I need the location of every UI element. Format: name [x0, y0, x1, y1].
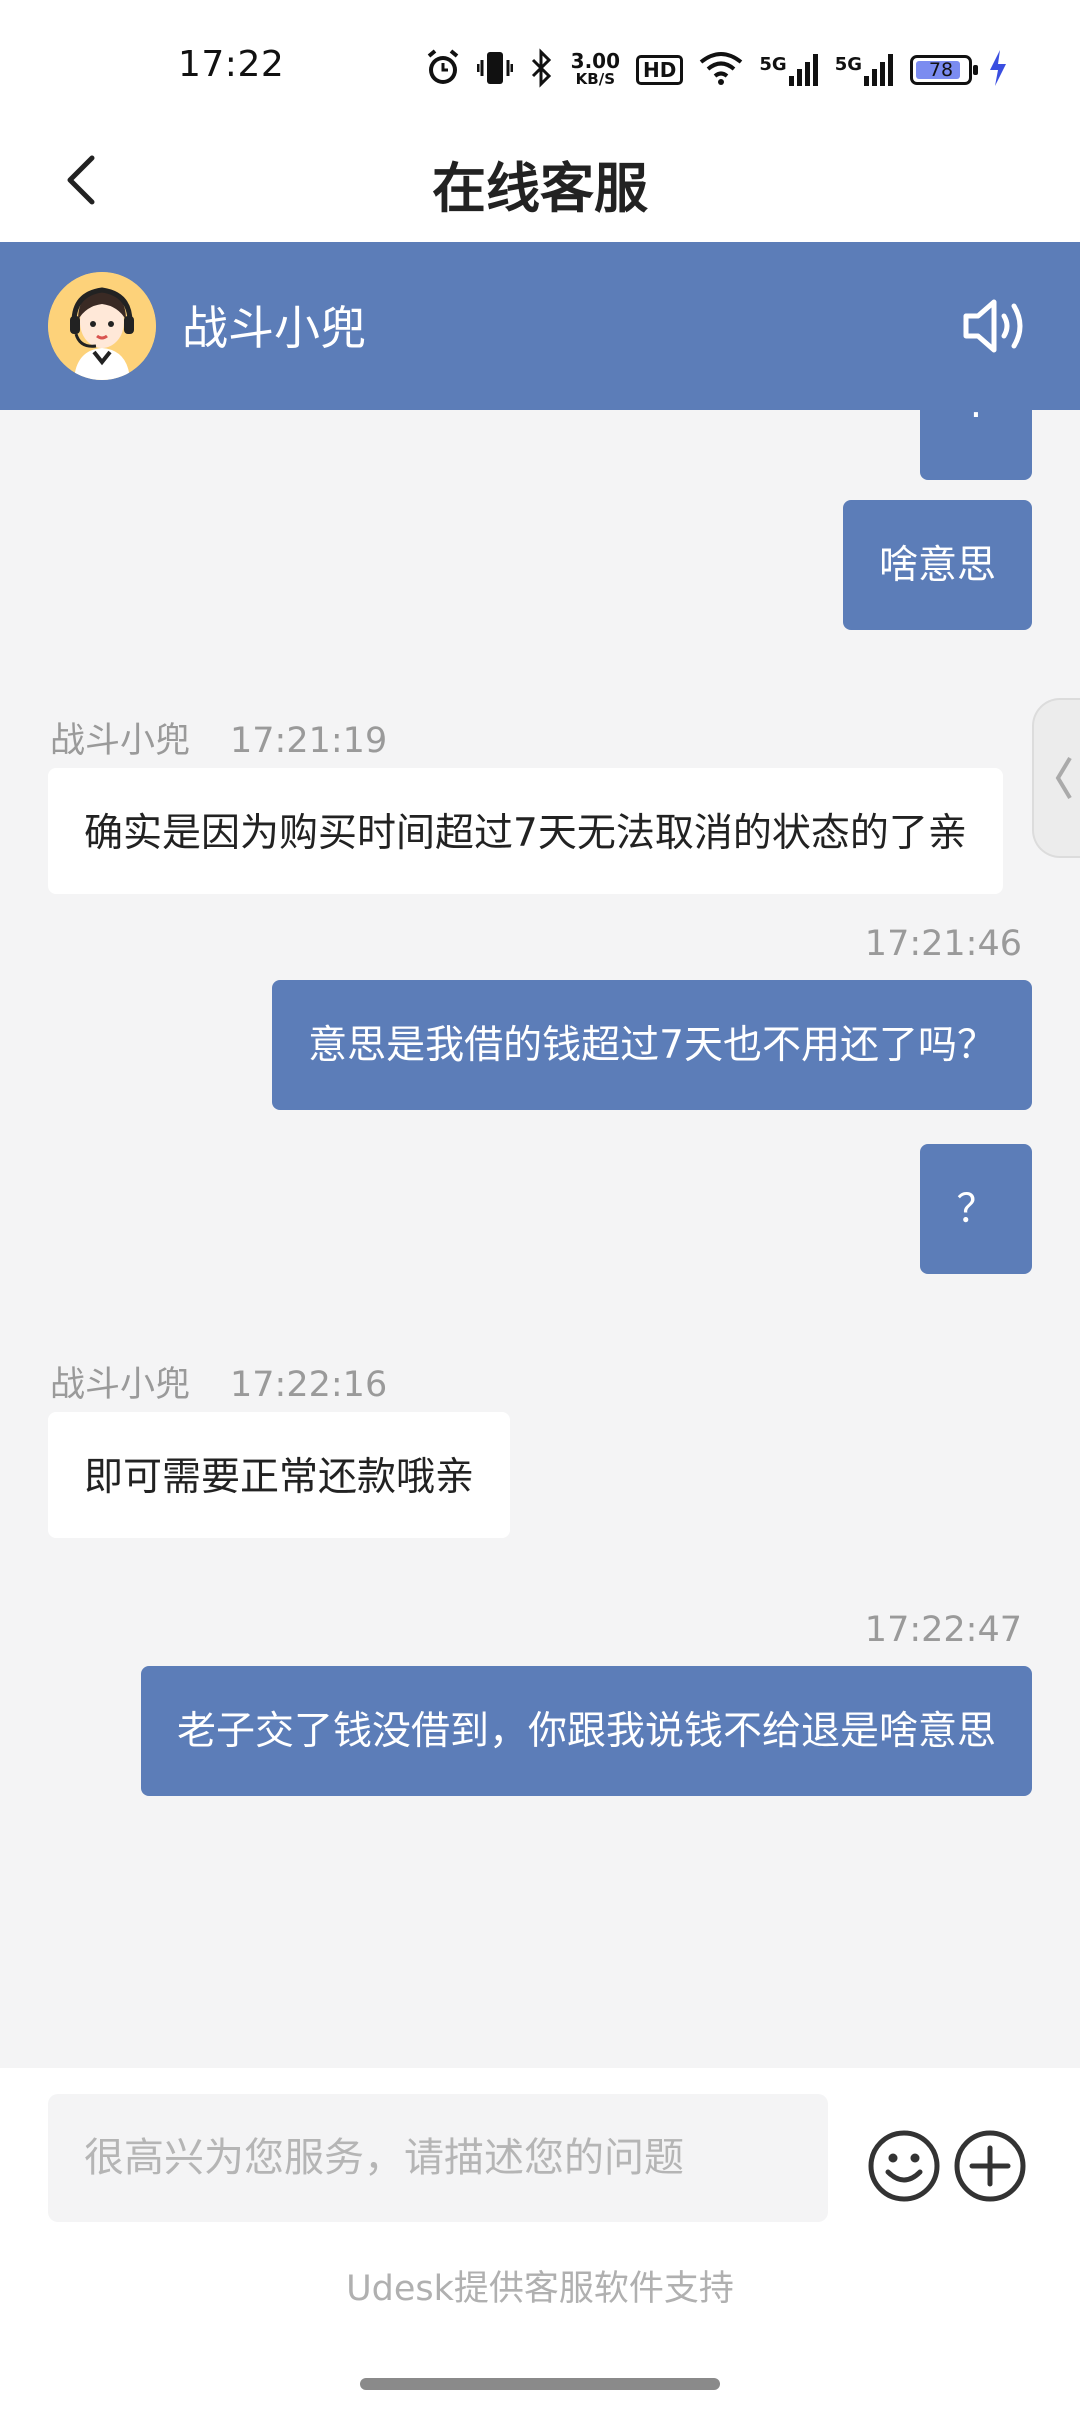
hd-badge-text: HD — [643, 58, 677, 82]
message-text: 老子交了钱没借到，你跟我说钱不给退是啥意思 — [176, 1709, 996, 1754]
message-time: 17:21:19 — [230, 721, 388, 761]
message-bubble-outgoing[interactable]: . — [920, 410, 1032, 480]
add-attachment-button[interactable] — [952, 2128, 1028, 2204]
signal-label: 5G — [759, 54, 787, 75]
message-bubble-incoming[interactable]: 确实是因为购买时间超过7天无法取消的状态的了亲 — [48, 768, 1003, 894]
message-bubble-outgoing[interactable]: 老子交了钱没借到，你跟我说钱不给退是啥意思 — [140, 1666, 1032, 1796]
message-text: ？ — [956, 1187, 996, 1232]
sender-name: 战斗小兜 — [50, 721, 191, 761]
sender-name: 战斗小兜 — [50, 1365, 191, 1405]
wifi-icon — [699, 50, 743, 90]
message-time: 17:21:46 — [864, 924, 1022, 964]
message-bubble-outgoing[interactable]: 意思是我借的钱超过7天也不用还了吗？ — [272, 980, 1032, 1110]
chat-area[interactable]: . 啥意思 战斗小兜 17:21:19 确实是因为购买时间超过7天无法取消的状态的… — [0, 410, 1080, 2068]
status-time: 17:22 — [178, 44, 285, 85]
smiley-icon — [868, 2130, 940, 2202]
message-bubble-incoming[interactable]: 即可需要正常还款哦亲 — [48, 1412, 511, 1538]
message-input[interactable] — [48, 2094, 828, 2222]
speaker-button[interactable] — [958, 288, 1034, 364]
battery-level: 78 — [928, 59, 954, 81]
side-panel-toggle[interactable] — [1032, 698, 1080, 858]
network-speed: 3.00 KB/S — [570, 49, 621, 88]
message-bubble-outgoing[interactable]: 啥意思 — [842, 500, 1032, 630]
alarm-icon — [425, 48, 461, 92]
speaker-icon — [963, 299, 1023, 353]
vibrate-icon — [476, 48, 514, 92]
emoji-button[interactable] — [866, 2128, 942, 2204]
signal-icon: 5G — [759, 54, 818, 86]
network-speed-unit: KB/S — [575, 70, 616, 88]
status-bar: 17:22 3.00 KB/S HD 5G 5G 78 — [0, 0, 1080, 120]
chevron-left-icon — [1055, 756, 1072, 800]
signal-label: 5G — [834, 54, 862, 75]
signal-icon: 5G — [835, 54, 894, 86]
powered-by-text: Udesk提供客服软件支持 — [346, 2269, 734, 2309]
battery-icon: 78 — [910, 55, 978, 85]
nav-bar: 在线客服 — [0, 120, 1080, 242]
message-text: 意思是我借的钱超过7天也不用还了吗？ — [308, 1023, 996, 1068]
message-meta: 战斗小兜 17:21:19 — [50, 712, 387, 763]
message-text: 即可需要正常还款哦亲 — [84, 1455, 475, 1500]
message-text: 啥意思 — [878, 543, 996, 588]
message-meta: 战斗小兜 17:22:16 — [50, 1356, 387, 1407]
message-bubble-outgoing[interactable]: ？ — [920, 1144, 1032, 1274]
status-icons: 3.00 KB/S HD 5G 5G 78 — [425, 40, 1008, 100]
charging-icon — [988, 50, 1008, 90]
page-title: 在线客服 — [432, 157, 648, 220]
agent-avatar-icon — [48, 272, 156, 380]
agent-header: 战斗小兜 — [0, 242, 1080, 410]
agent-name: 战斗小兜 — [182, 301, 366, 355]
hd-icon: HD — [636, 55, 684, 85]
input-area: Udesk提供客服软件支持 — [0, 2068, 1080, 2412]
home-indicator[interactable] — [360, 2378, 720, 2390]
bluetooth-icon — [529, 48, 555, 92]
message-time: 17:22:47 — [864, 1610, 1022, 1650]
plus-icon — [954, 2130, 1026, 2202]
message-text: 确实是因为购买时间超过7天无法取消的状态的了亲 — [84, 811, 967, 856]
message-time: 17:22:16 — [230, 1365, 388, 1405]
network-speed-value: 3.00 — [570, 49, 621, 73]
message-text: . — [970, 410, 982, 427]
